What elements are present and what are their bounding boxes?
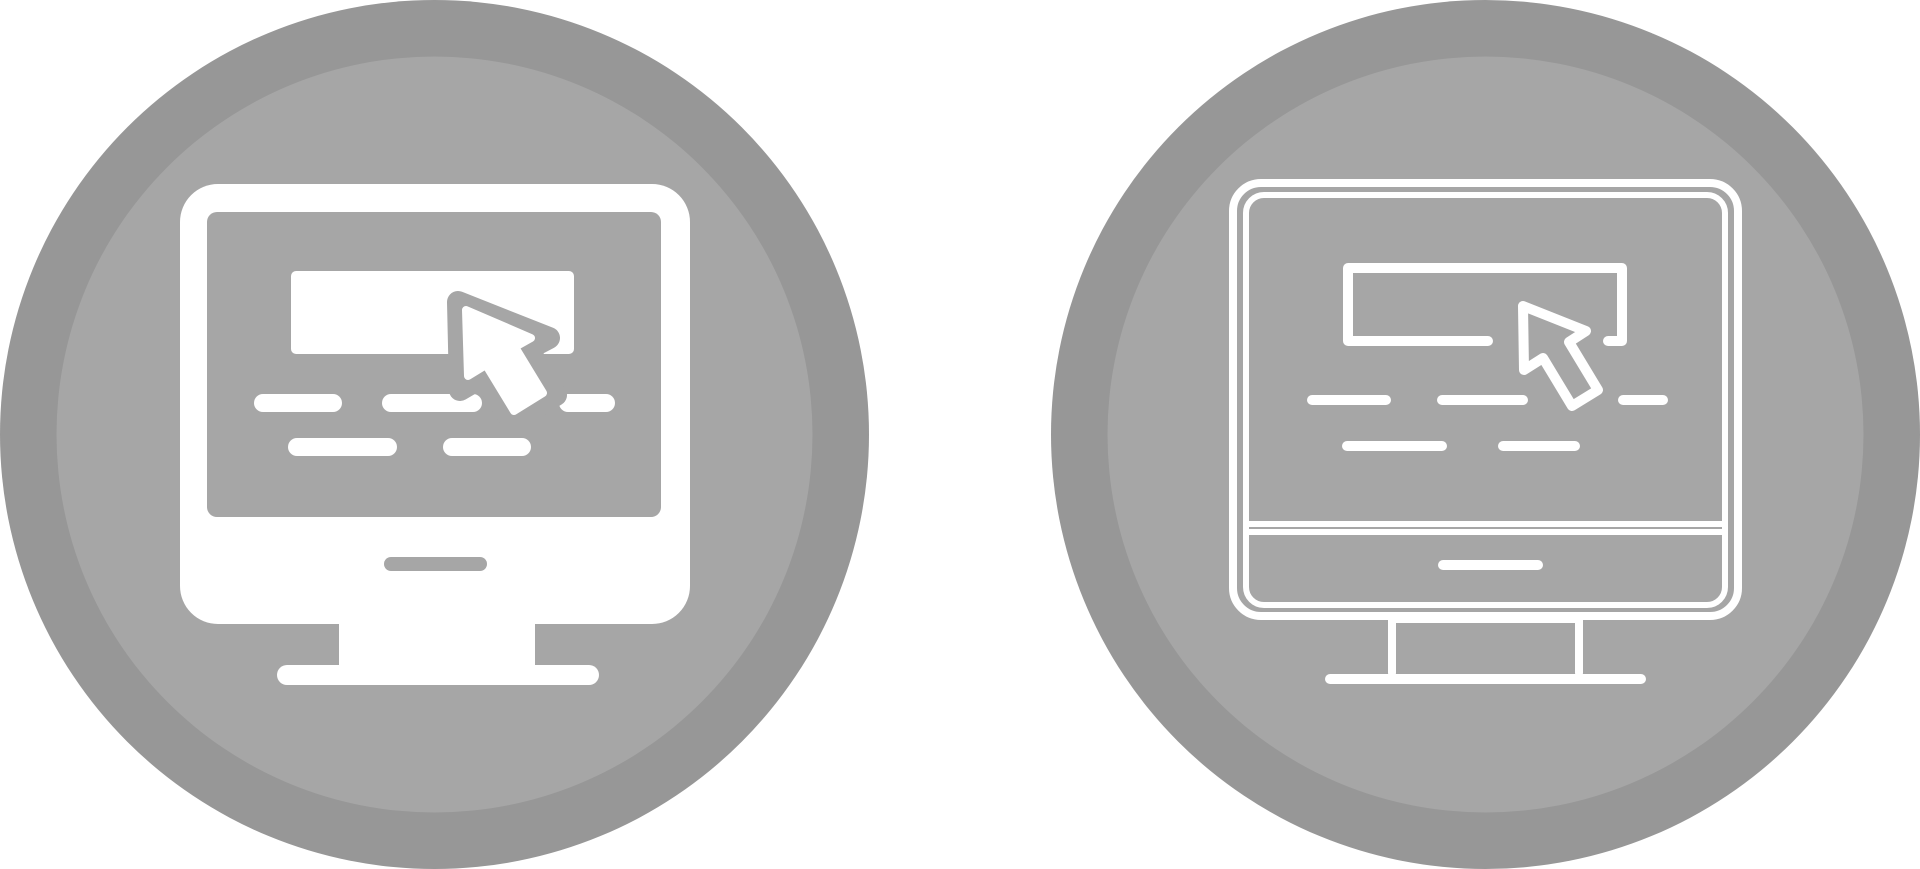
monitor-indicator <box>384 557 487 571</box>
text-line <box>254 394 342 412</box>
monitor-screen <box>207 212 661 517</box>
computer-click-solid-icon <box>0 0 869 869</box>
inner-disc <box>1107 56 1864 813</box>
icon-set <box>0 0 1920 869</box>
text-line <box>288 438 397 456</box>
computer-click-outline-icon <box>1051 0 1920 869</box>
monitor-base <box>277 665 599 685</box>
text-line <box>559 394 615 412</box>
monitor-stand <box>339 620 535 668</box>
text-line <box>443 438 531 456</box>
